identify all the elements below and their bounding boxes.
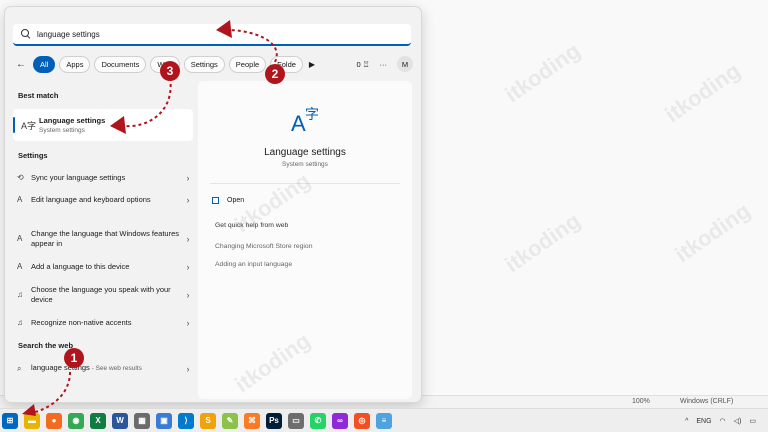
list-item-label: Recognize non-native accents xyxy=(31,318,132,327)
filter-bar: ← All Apps Documents Web Settings People… xyxy=(13,55,413,73)
filter-all[interactable]: All xyxy=(33,55,56,73)
results-list: Best match A字 Language settings System s… xyxy=(13,83,193,401)
whatsapp-icon[interactable]: ✆ xyxy=(310,412,326,429)
list-item[interactable]: A Add a language to this device › xyxy=(13,262,193,272)
trophy-icon: ♖ xyxy=(362,59,370,69)
list-item-label: Change the language that Windows feature… xyxy=(31,229,180,248)
annotation-badge-2: 2 xyxy=(265,64,285,84)
best-match-title: Language settings xyxy=(39,116,106,125)
svg-text:字: 字 xyxy=(305,107,319,123)
chevron-right-icon: › xyxy=(186,318,190,328)
selection-indicator xyxy=(13,117,15,133)
annotation-badge-3: 3 xyxy=(160,61,180,81)
chevron-right-icon: › xyxy=(186,290,190,300)
chrome-icon[interactable]: ◉ xyxy=(68,412,84,429)
chevron-right-icon: › xyxy=(186,234,190,244)
filter-settings[interactable]: Settings xyxy=(183,55,225,73)
microphone-icon: ♫ xyxy=(17,290,23,299)
list-item-label: Add a language to this device xyxy=(31,262,130,271)
chevron-right-icon: › xyxy=(186,173,190,183)
microphone-icon: ♫ xyxy=(17,318,23,327)
search-panel: ← All Apps Documents Web Settings People… xyxy=(4,6,422,403)
open-icon xyxy=(212,197,219,204)
preview-subtitle: System settings xyxy=(282,161,328,168)
sublime-icon[interactable]: S xyxy=(200,412,216,429)
list-item[interactable]: ♫ Recognize non-native accents › xyxy=(13,318,193,328)
system-tray: ^ ENG ◠ ◁) ▭ xyxy=(685,409,756,432)
language-icon: A xyxy=(17,195,23,204)
best-match-item[interactable]: A字 Language settings System settings xyxy=(13,109,193,141)
list-item[interactable]: A Edit language and keyboard options › xyxy=(13,195,193,205)
open-label: Open xyxy=(227,197,245,204)
language-icon: A xyxy=(17,234,23,243)
chevron-right-icon: › xyxy=(186,262,190,272)
volume-icon[interactable]: ◁) xyxy=(734,417,742,425)
word-icon[interactable]: W xyxy=(112,412,128,429)
list-item[interactable]: A Change the language that Windows featu… xyxy=(13,229,193,249)
back-arrow-icon[interactable]: ← xyxy=(13,59,29,70)
list-item-label: Edit language and keyboard options xyxy=(31,195,151,204)
chevron-right-icon: › xyxy=(186,195,190,205)
photoshop-icon[interactable]: Ps xyxy=(266,412,282,429)
taskbar: ⊞ ▬ ● ◉ X W ▦ ▣ ⟩ S ✎ ⌘ Ps ▭ ✆ ∞ ◎ ≡ ^ E… xyxy=(0,408,768,432)
annotation-badge-1: 1 xyxy=(64,348,84,368)
list-item-label: Choose the language you speak with your … xyxy=(31,285,171,304)
chrome-canary-icon[interactable]: ◎ xyxy=(354,412,370,429)
virtualbox-icon[interactable]: ▣ xyxy=(156,412,172,429)
notepad-icon[interactable]: ≡ xyxy=(376,412,392,429)
app-icon[interactable]: ∞ xyxy=(332,412,348,429)
open-button[interactable]: Open xyxy=(212,197,244,204)
web-header: Search the web xyxy=(18,341,74,350)
xampp-icon[interactable]: ⌘ xyxy=(244,412,260,429)
search-icon xyxy=(21,29,31,39)
filter-people[interactable]: People xyxy=(228,55,267,73)
language-icon: A字 xyxy=(21,121,37,131)
list-item-label: Sync your language settings xyxy=(31,173,126,182)
sync-icon: ⟲ xyxy=(17,173,24,182)
web-result-item[interactable]: ⌕ language settings - See web results › xyxy=(13,363,193,374)
rewards-points[interactable]: 0 ♖ xyxy=(357,60,370,69)
file-explorer-icon[interactable]: ▬ xyxy=(24,412,40,429)
filter-documents[interactable]: Documents xyxy=(94,55,147,73)
firefox-icon[interactable]: ● xyxy=(46,412,62,429)
vscode-icon[interactable]: ⟩ xyxy=(178,412,194,429)
zoom-level: 100% xyxy=(632,398,650,405)
more-options-button[interactable]: ··· xyxy=(380,60,388,69)
help-link[interactable]: Adding an input language xyxy=(215,261,292,268)
best-match-subtitle: System settings xyxy=(39,127,85,134)
language-icon: A xyxy=(17,262,23,271)
battery-icon[interactable]: ▭ xyxy=(749,417,756,425)
show-hidden-icon[interactable]: ^ xyxy=(685,418,688,425)
terminal-icon[interactable]: ▭ xyxy=(288,412,304,429)
editor-icon[interactable]: ✎ xyxy=(222,412,238,429)
preview-title: Language settings xyxy=(264,147,346,158)
taskbar-icons: ⊞ ▬ ● ◉ X W ▦ ▣ ⟩ S ✎ ⌘ Ps ▭ ✆ ∞ ◎ ≡ xyxy=(2,412,392,429)
help-link[interactable]: Changing Microsoft Store region xyxy=(215,243,312,250)
start-icon[interactable]: ⊞ xyxy=(2,412,18,429)
points-value: 0 xyxy=(356,59,361,69)
network-icon[interactable]: ▦ xyxy=(134,412,150,429)
line-ending: Windows (CRLF) xyxy=(680,398,734,405)
svg-text:A: A xyxy=(291,111,306,135)
wifi-icon[interactable]: ◠ xyxy=(720,417,726,425)
list-item[interactable]: ♫ Choose the language you speak with you… xyxy=(13,285,193,305)
chevron-right-icon: › xyxy=(186,363,190,374)
search-box[interactable] xyxy=(13,24,411,46)
language-indicator[interactable]: ENG xyxy=(696,418,711,425)
language-icon: A 字 xyxy=(291,107,319,135)
more-filters-icon[interactable]: ▶ xyxy=(309,60,315,69)
list-item[interactable]: ⟲ Sync your language settings › xyxy=(13,173,193,183)
settings-header: Settings xyxy=(18,151,48,160)
web-result-label: language settings - See web results xyxy=(31,363,183,374)
filter-apps[interactable]: Apps xyxy=(59,55,91,73)
web-suffix: - See web results xyxy=(89,365,142,372)
excel-icon[interactable]: X xyxy=(90,412,106,429)
search-input[interactable] xyxy=(37,29,377,39)
search-icon: ⌕ xyxy=(17,363,22,373)
best-match-header: Best match xyxy=(18,91,59,100)
avatar[interactable]: M xyxy=(397,56,413,72)
